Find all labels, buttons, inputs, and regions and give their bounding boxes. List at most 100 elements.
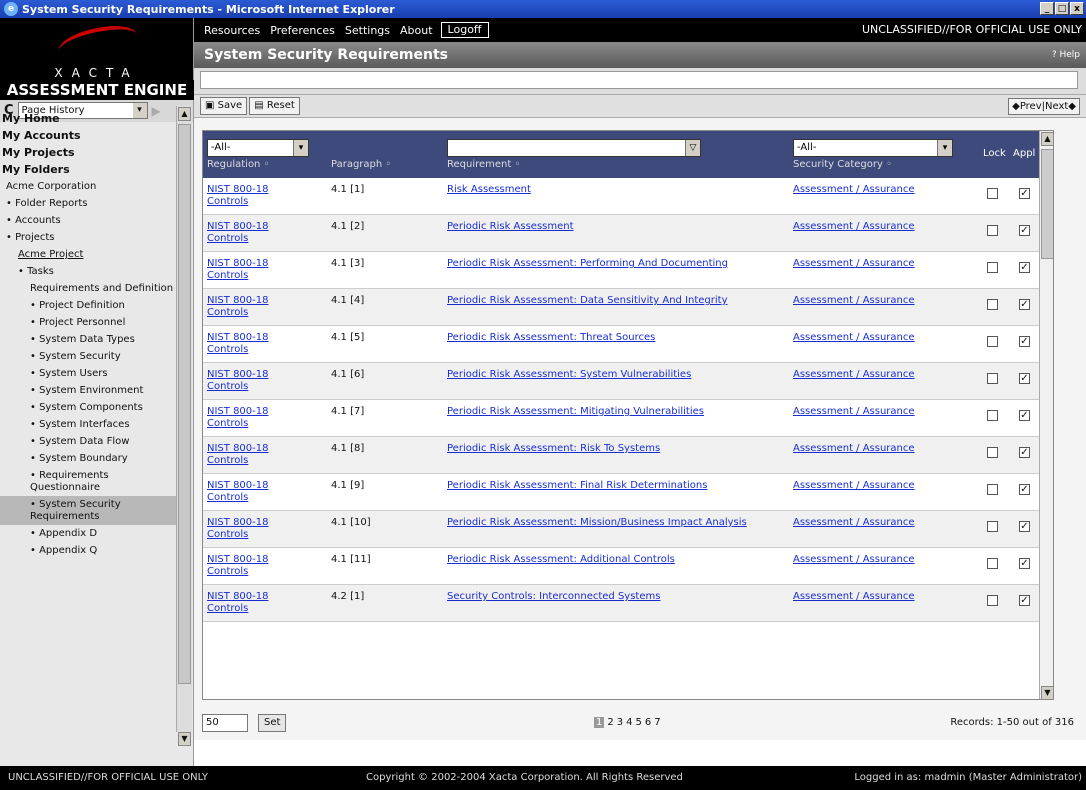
regulation-link[interactable]: NIST 800-18 Controls: [207, 258, 297, 282]
nav-item[interactable]: • System Environment: [0, 382, 176, 399]
grid-scroll-thumb[interactable]: [1041, 149, 1053, 259]
save-button[interactable]: ▣ Save: [200, 97, 248, 115]
page-link[interactable]: 2: [607, 717, 613, 728]
regulation-link[interactable]: NIST 800-18 Controls: [207, 443, 297, 467]
appl-checkbox[interactable]: ✓: [1019, 262, 1030, 273]
category-link[interactable]: Assessment / Assurance: [793, 480, 915, 491]
help-link[interactable]: ? Help: [1052, 42, 1080, 68]
appl-checkbox[interactable]: ✓: [1019, 299, 1030, 310]
regulation-link[interactable]: NIST 800-18 Controls: [207, 591, 297, 615]
page-link[interactable]: 1: [594, 717, 605, 728]
close-button[interactable]: x: [1070, 2, 1084, 15]
nav-item[interactable]: My Accounts: [0, 127, 176, 144]
regulation-link[interactable]: NIST 800-18 Controls: [207, 517, 297, 541]
appl-checkbox[interactable]: ✓: [1019, 188, 1030, 199]
nav-item[interactable]: • System Security Requirements: [0, 496, 176, 525]
maximize-button[interactable]: □: [1055, 2, 1069, 15]
nav-item[interactable]: • Accounts: [0, 212, 176, 229]
set-button[interactable]: Set: [258, 714, 287, 732]
lock-checkbox[interactable]: [987, 225, 998, 236]
col-appl[interactable]: Appl: [1013, 148, 1035, 159]
regulation-link[interactable]: NIST 800-18 Controls: [207, 332, 297, 356]
page-size-input[interactable]: 50: [202, 714, 248, 732]
requirement-link[interactable]: Periodic Risk Assessment: Mission/Busine…: [447, 517, 792, 529]
category-link[interactable]: Assessment / Assurance: [793, 332, 915, 343]
nav-item[interactable]: My Home: [0, 110, 176, 127]
nav-item[interactable]: • Appendix D: [0, 525, 176, 542]
scroll-down-icon[interactable]: ▼: [178, 732, 191, 746]
nav-item[interactable]: My Folders: [0, 161, 176, 178]
nav-item[interactable]: Acme Corporation: [0, 178, 176, 195]
lock-checkbox[interactable]: [987, 299, 998, 310]
nav-item[interactable]: • System Interfaces: [0, 416, 176, 433]
reset-button[interactable]: ▤ Reset: [249, 97, 300, 115]
lock-checkbox[interactable]: [987, 410, 998, 421]
nav-item[interactable]: • System Data Types: [0, 331, 176, 348]
lock-checkbox[interactable]: [987, 521, 998, 532]
category-link[interactable]: Assessment / Assurance: [793, 517, 915, 528]
category-link[interactable]: Assessment / Assurance: [793, 369, 915, 380]
page-link[interactable]: 7: [654, 717, 660, 728]
filter-icon[interactable]: ▽: [685, 140, 700, 156]
col-requirement[interactable]: Requirement ◦: [447, 159, 520, 170]
lock-checkbox[interactable]: [987, 373, 998, 384]
lock-checkbox[interactable]: [987, 188, 998, 199]
appl-checkbox[interactable]: ✓: [1019, 336, 1030, 347]
scroll-up-icon[interactable]: ▲: [1041, 132, 1053, 146]
nav-item[interactable]: • Requirements Questionnaire: [0, 467, 176, 496]
page-link[interactable]: 3: [617, 717, 623, 728]
appl-checkbox[interactable]: ✓: [1019, 558, 1030, 569]
lock-checkbox[interactable]: [987, 484, 998, 495]
col-regulation[interactable]: Regulation ◦: [207, 159, 269, 170]
nav-scroll-thumb[interactable]: [178, 124, 191, 684]
regulation-link[interactable]: NIST 800-18 Controls: [207, 295, 297, 319]
nav-item[interactable]: Requirements and Definition: [0, 280, 176, 297]
appl-checkbox[interactable]: ✓: [1019, 410, 1030, 421]
lock-checkbox[interactable]: [987, 336, 998, 347]
page-link[interactable]: 5: [636, 717, 642, 728]
nav-item[interactable]: • System Data Flow: [0, 433, 176, 450]
appl-checkbox[interactable]: ✓: [1019, 225, 1030, 236]
page-link[interactable]: 4: [626, 717, 632, 728]
regulation-link[interactable]: NIST 800-18 Controls: [207, 480, 297, 504]
nav-item[interactable]: My Projects: [0, 144, 176, 161]
minimize-button[interactable]: _: [1040, 2, 1054, 15]
category-link[interactable]: Assessment / Assurance: [793, 258, 915, 269]
requirement-link[interactable]: Periodic Risk Assessment: Risk To System…: [447, 443, 792, 455]
category-link[interactable]: Assessment / Assurance: [793, 221, 915, 232]
requirement-link[interactable]: Risk Assessment: [447, 184, 792, 196]
requirement-link[interactable]: Periodic Risk Assessment: Mitigating Vul…: [447, 406, 792, 418]
nav-item[interactable]: • Tasks: [0, 263, 176, 280]
scroll-up-icon[interactable]: ▲: [178, 107, 191, 121]
category-link[interactable]: Assessment / Assurance: [793, 443, 915, 454]
category-link[interactable]: Assessment / Assurance: [793, 406, 915, 417]
regulation-filter[interactable]: -All- ▾: [207, 139, 309, 157]
lock-checkbox[interactable]: [987, 558, 998, 569]
logoff-button[interactable]: Logoff: [440, 22, 489, 38]
requirement-link[interactable]: Periodic Risk Assessment: Data Sensitivi…: [447, 295, 792, 307]
requirement-link[interactable]: Security Controls: Interconnected System…: [447, 591, 792, 603]
menu-item-about[interactable]: About: [400, 24, 433, 37]
nav-item[interactable]: • Folder Reports: [0, 195, 176, 212]
nav-item[interactable]: • Projects: [0, 229, 176, 246]
requirement-link[interactable]: Periodic Risk Assessment: Final Risk Det…: [447, 480, 792, 492]
appl-checkbox[interactable]: ✓: [1019, 373, 1030, 384]
requirement-link[interactable]: Periodic Risk Assessment: Threat Sources: [447, 332, 792, 344]
requirement-link[interactable]: Periodic Risk Assessment: Performing And…: [447, 258, 792, 270]
requirement-filter[interactable]: ▽: [447, 139, 701, 157]
category-link[interactable]: Assessment / Assurance: [793, 591, 915, 602]
regulation-link[interactable]: NIST 800-18 Controls: [207, 554, 297, 578]
appl-checkbox[interactable]: ✓: [1019, 521, 1030, 532]
requirement-link[interactable]: Periodic Risk Assessment: System Vulnera…: [447, 369, 792, 381]
menu-item-resources[interactable]: Resources: [204, 24, 260, 37]
col-paragraph[interactable]: Paragraph ◦: [331, 159, 391, 170]
regulation-link[interactable]: NIST 800-18 Controls: [207, 221, 297, 245]
appl-checkbox[interactable]: ✓: [1019, 447, 1030, 458]
nav-item[interactable]: • Appendix Q: [0, 542, 176, 559]
appl-checkbox[interactable]: ✓: [1019, 595, 1030, 606]
category-link[interactable]: Assessment / Assurance: [793, 295, 915, 306]
nav-item[interactable]: • System Security: [0, 348, 176, 365]
lock-checkbox[interactable]: [987, 595, 998, 606]
category-link[interactable]: Assessment / Assurance: [793, 554, 915, 565]
nav-item[interactable]: • System Components: [0, 399, 176, 416]
